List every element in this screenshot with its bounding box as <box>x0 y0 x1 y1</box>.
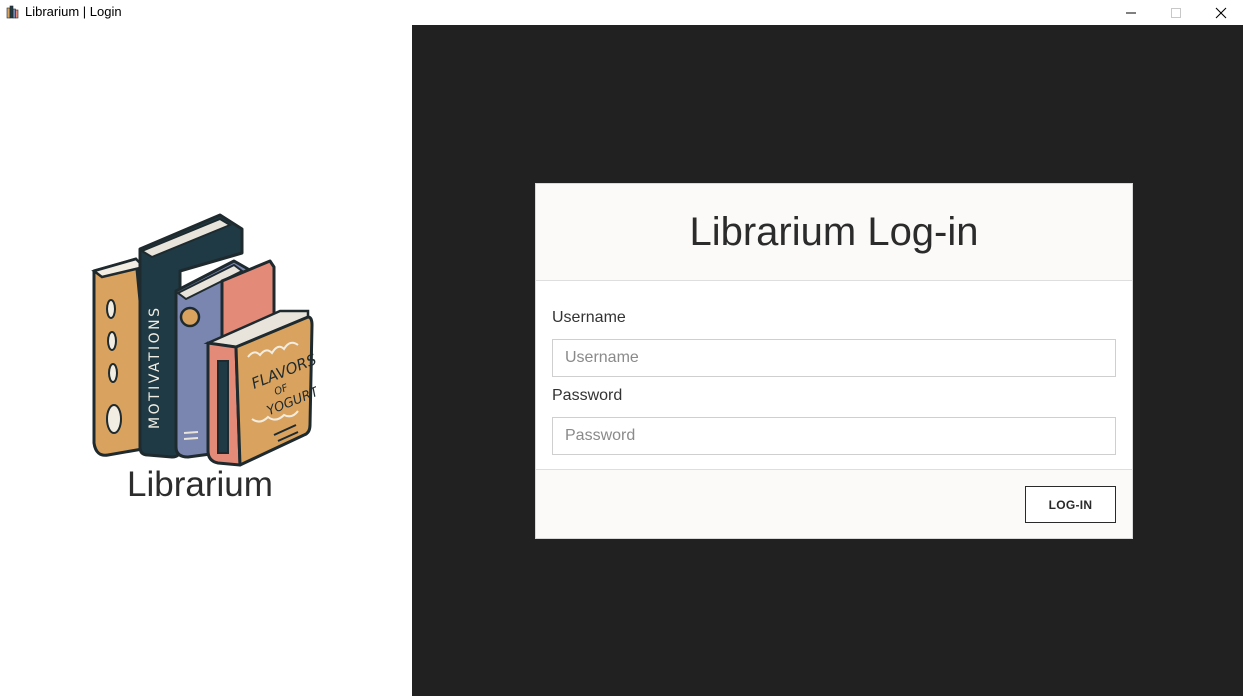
maximize-icon <box>1171 7 1181 18</box>
close-icon <box>1215 7 1227 18</box>
login-card-footer: LOG-IN <box>536 470 1132 538</box>
username-label: Username <box>552 309 626 326</box>
login-card: Librarium Log-in Username Password LOG-I… <box>535 183 1133 539</box>
brand-name: Librarium <box>127 465 273 504</box>
password-label: Password <box>552 387 623 404</box>
close-button[interactable] <box>1198 0 1243 25</box>
books-logo-icon: MOTIVATIONS FLAVORS OF YOGURT <box>91 213 316 467</box>
login-form: Username Password <box>536 281 1132 470</box>
minimize-button[interactable] <box>1108 0 1154 25</box>
brand-panel: MOTIVATIONS FLAVORS OF YOGURT Librarium <box>0 25 412 696</box>
username-input[interactable] <box>552 339 1116 377</box>
maximize-button[interactable] <box>1153 0 1199 25</box>
login-button[interactable]: LOG-IN <box>1025 486 1116 523</box>
login-panel: Librarium Log-in Username Password LOG-I… <box>412 25 1243 696</box>
password-input[interactable] <box>552 417 1116 455</box>
title-bar[interactable]: Librarium | Login <box>0 0 1243 25</box>
book-spine-text: MOTIVATIONS <box>147 305 163 429</box>
login-card-header: Librarium Log-in <box>536 184 1132 281</box>
window-title: Librarium | Login <box>25 4 122 19</box>
books-icon <box>6 5 19 19</box>
app-window: Librarium | Login MOTIVATIONS FLAVORS OF… <box>0 0 1243 696</box>
minimize-icon <box>1126 12 1136 13</box>
login-title: Librarium Log-in <box>689 209 979 254</box>
